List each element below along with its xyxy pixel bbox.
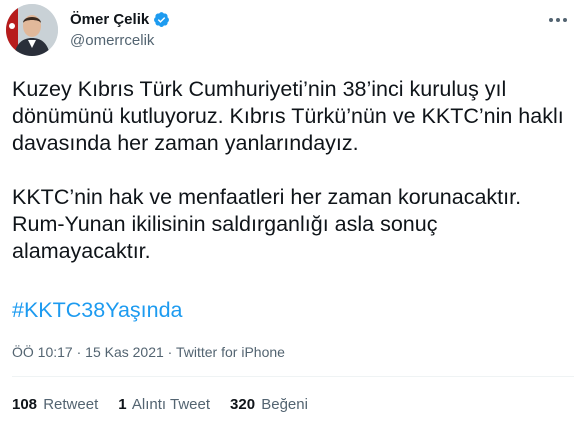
source-app-link[interactable]: Twitter for iPhone [176, 344, 285, 360]
tweet-header: Ömer Çelik @omerrcelik [6, 4, 586, 60]
tweet-text: Kuzey Kıbrıs Türk Cumhuriyeti’nin 38’inc… [12, 76, 578, 265]
likes-count: 320 [230, 396, 256, 413]
user-handle[interactable]: @omerrcelik [70, 32, 170, 49]
likes-stat[interactable]: 320 Beğeni [230, 396, 308, 413]
meta-separator: · [72, 344, 86, 360]
tweet-stats: 108 Retweet 1 Alıntı Tweet 320 Beğeni [12, 396, 328, 413]
retweets-label: Retweet [43, 396, 99, 413]
tweet-paragraph-2: KKTC’nin hak ve menfaatleri her zaman ko… [12, 185, 522, 263]
quotes-stat[interactable]: 1 Alıntı Tweet [118, 396, 210, 413]
retweets-count: 108 [12, 396, 38, 413]
avatar[interactable] [6, 4, 58, 56]
tweet-paragraph-1: Kuzey Kıbrıs Türk Cumhuriyeti’nin 38’inc… [12, 77, 564, 155]
person-portrait-icon [6, 4, 58, 56]
quotes-count: 1 [118, 396, 127, 413]
likes-label: Beğeni [261, 396, 308, 413]
tweet-time[interactable]: ÖÖ 10:17 [12, 344, 73, 360]
tweet-card: Ömer Çelik @omerrcelik Kuzey Kıbrıs Türk… [0, 0, 586, 422]
hashtag-link[interactable]: #KKTC38Yaşında [12, 298, 183, 323]
user-names: Ömer Çelik @omerrcelik [70, 8, 170, 49]
more-options-icon[interactable] [544, 10, 572, 30]
display-name[interactable]: Ömer Çelik [70, 11, 149, 28]
tweet-date[interactable]: 15 Kas 2021 [85, 344, 164, 360]
meta-separator: · [163, 344, 176, 360]
tweet-meta: ÖÖ 10:17 · 15 Kas 2021 · Twitter for iPh… [12, 344, 285, 360]
divider [12, 376, 574, 377]
verified-badge-icon [154, 11, 170, 27]
retweets-stat[interactable]: 108 Retweet [12, 396, 98, 413]
quotes-label: Alıntı Tweet [131, 396, 211, 413]
